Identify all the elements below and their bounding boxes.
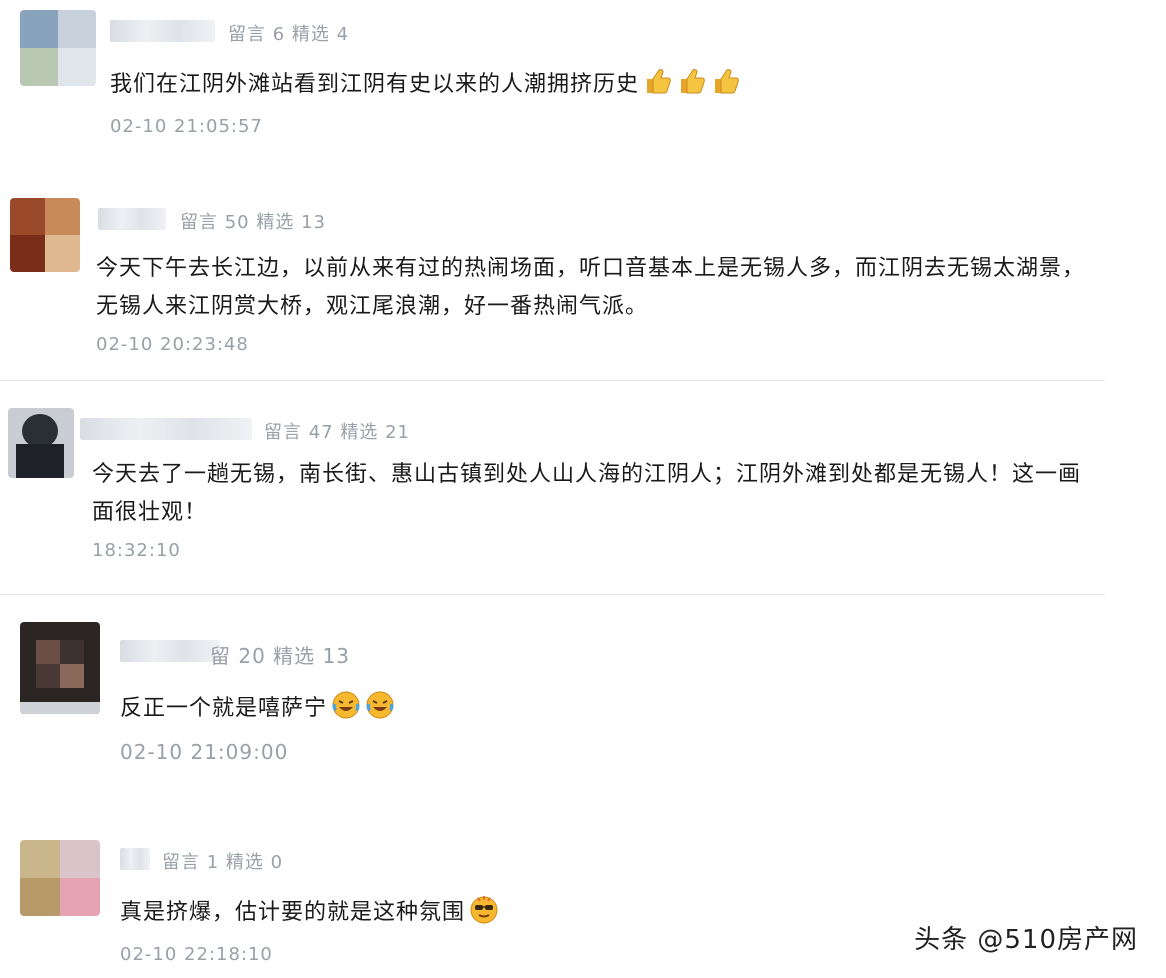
comment-stats: 留言 47 精选 21: [264, 422, 410, 443]
laugh-cry-icon: [332, 691, 360, 719]
comment-timestamp: 18:32:10: [92, 540, 181, 561]
avatar[interactable]: [8, 408, 74, 478]
thumbs-up-icon: [647, 69, 671, 94]
comment-text: 今天去了一趟无锡，南长街、惠山古镇到处人山人海的江阴人；江阴外滩到处都是无锡人！…: [92, 462, 1082, 487]
thumbs-up-icon: [715, 69, 739, 94]
username-blurred[interactable]: [120, 640, 220, 662]
comment-timestamp: 02-10 20:23:48: [96, 334, 249, 355]
username-blurred[interactable]: [80, 418, 252, 440]
comment-text: 反正一个就是嘻萨宁: [120, 690, 395, 728]
username-blurred[interactable]: [110, 20, 215, 42]
avatar[interactable]: [20, 840, 100, 916]
divider: [0, 594, 1105, 595]
avatar[interactable]: [20, 10, 96, 86]
comment-text: 今天下午去长江边，以前从来有过的热闹场面，听口音基本上是无锡人多，而江阴去无锡太…: [96, 256, 1086, 281]
laugh-cry-icon: [366, 691, 394, 719]
comment-text: 无锡人来江阴赏大桥，观江尾浪潮，好一番热闹气派。: [96, 294, 649, 319]
comment-text-content: 我们在江阴外滩站看到江阴有史以来的人潮拥挤历史: [110, 72, 640, 97]
comment-timestamp: 02-10 22:18:10: [120, 944, 273, 965]
comment-timestamp: 02-10 21:09:00: [120, 740, 289, 764]
comment-text: 面很壮观！: [92, 500, 208, 525]
comment-timestamp: 02-10 21:05:57: [110, 116, 263, 137]
watermark: 头条 @510房产网: [914, 925, 1138, 955]
avatar[interactable]: [10, 198, 80, 272]
username-blurred[interactable]: [120, 848, 150, 870]
comment-text-content: 反正一个就是嘻萨宁: [120, 696, 328, 721]
comment-text-content: 真是挤爆，估计要的就是这种氛围: [120, 900, 466, 925]
comment-stats: 留言 6 精选 4: [228, 24, 350, 45]
comment-stats: 留 20 精选 13: [210, 644, 350, 668]
cool-face-icon: [470, 896, 498, 924]
comment-text: 我们在江阴外滩站看到江阴有史以来的人潮拥挤历史: [110, 66, 741, 104]
thumbs-up-icon: [681, 69, 705, 94]
avatar[interactable]: [20, 622, 100, 714]
comment-stats: 留言 50 精选 13: [180, 212, 326, 233]
divider: [0, 380, 1105, 381]
comment-text: 真是挤爆，估计要的就是这种氛围: [120, 894, 499, 932]
comment-stats: 留言 1 精选 0: [162, 852, 284, 873]
username-blurred[interactable]: [98, 208, 166, 230]
